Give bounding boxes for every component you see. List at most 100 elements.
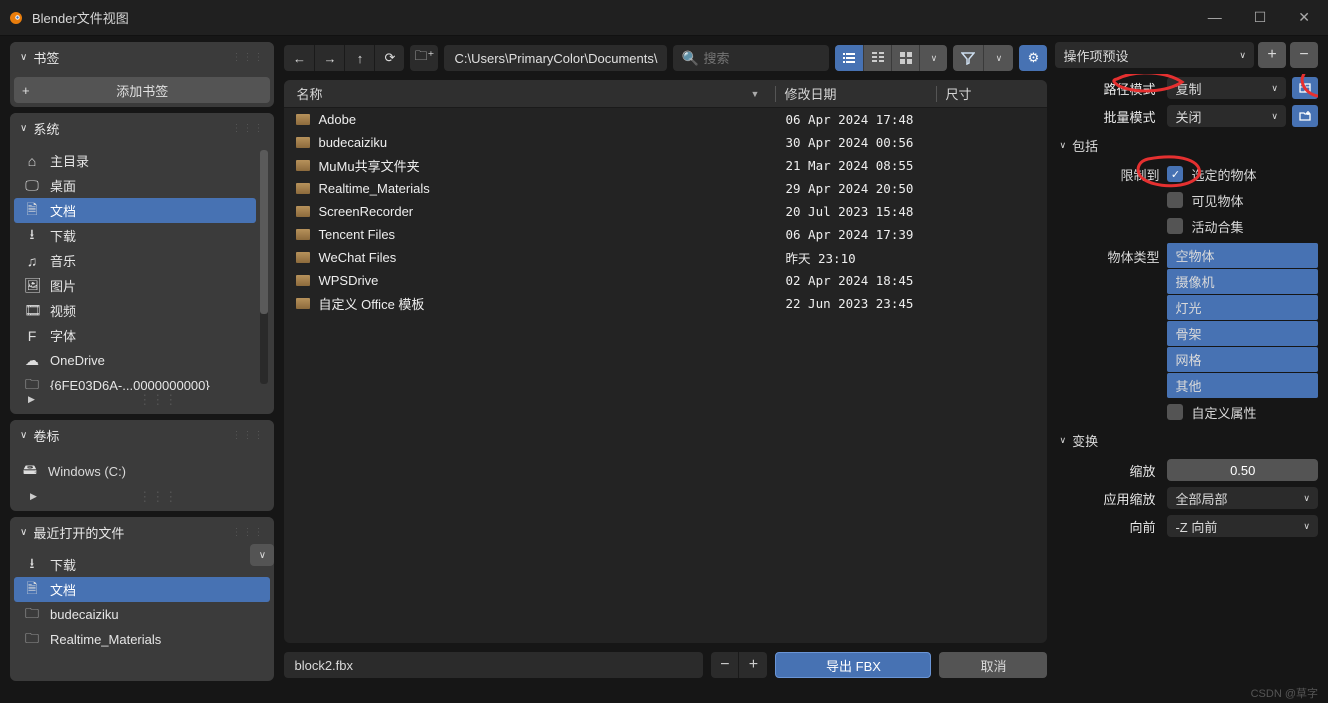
window-title: Blender文件视图 (32, 8, 129, 27)
view-grid-icon[interactable] (891, 45, 919, 71)
sidebar-item-doc[interactable]: 🗎文档 (14, 198, 256, 223)
objtype-label: 物体类型 (1055, 243, 1159, 266)
batchmode-select[interactable]: 关闭∨ (1167, 105, 1286, 127)
back-button[interactable]: ← (284, 45, 314, 71)
folder-icon (296, 206, 310, 217)
doc-icon: 🗎 (24, 199, 40, 223)
sidebar-item-music[interactable]: ♫音乐 (14, 248, 256, 273)
preset-select[interactable]: 操作项预设∨ (1055, 42, 1254, 68)
grip-icon[interactable]: ⋮⋮⋮ (231, 52, 264, 63)
new-folder-button[interactable]: 🗀⁺ (410, 45, 438, 71)
home-icon: ⌂ (24, 153, 40, 169)
recent-item[interactable]: ⭳下载 (14, 552, 270, 577)
system-panel: ∨系统⋮⋮⋮ ⌂主目录🖵桌面🗎文档⭳下载♫音乐🖼图片🎞视频F字体☁OneDriv… (10, 113, 274, 414)
volumes-panel: ∨卷标⋮⋮⋮ 🖴Windows (C:) ▶⋮⋮⋮ (10, 420, 274, 511)
grip-icon[interactable]: ⋮⋮⋮ (231, 123, 264, 134)
increment-button[interactable]: + (739, 652, 767, 678)
checkbox-active-collection[interactable] (1167, 218, 1183, 234)
minimize-icon[interactable]: — (1208, 9, 1222, 26)
embed-textures-button[interactable] (1292, 77, 1318, 99)
path-input[interactable]: C:\Users\PrimaryColor\Documents\ (444, 45, 667, 71)
objtype-option[interactable]: 灯光 (1167, 295, 1318, 320)
chevron-down-icon: ∨ (1239, 50, 1246, 61)
sidebar-item-home[interactable]: ⌂主目录 (14, 148, 256, 173)
sidebar-item-download[interactable]: ⭳下载 (14, 223, 256, 248)
batch-own-dir-button[interactable] (1292, 105, 1318, 127)
scale-input[interactable]: 0.50 (1167, 459, 1318, 481)
file-row[interactable]: ScreenRecorder20 Jul 2023 15:48 (284, 200, 1047, 223)
file-toolbar: ← → ↑ ⟳ 🗀⁺ C:\Users\PrimaryColor\Documen… (284, 42, 1047, 74)
sidebar-item-folder[interactable]: 🗀{6FE03D6A-...0000000000} (14, 373, 256, 390)
checkbox-selected-objects[interactable]: ✓ (1167, 166, 1183, 182)
maximize-icon[interactable]: ☐ (1254, 9, 1267, 26)
preset-add-button[interactable]: + (1258, 42, 1286, 68)
chevron-down-icon[interactable]: ∨ (20, 123, 27, 134)
file-row[interactable]: Adobe06 Apr 2024 17:48 (284, 108, 1047, 131)
objtype-option[interactable]: 骨架 (1167, 321, 1318, 346)
chevron-down-icon[interactable]: ∨ (20, 527, 27, 538)
sidebar-item-font[interactable]: F字体 (14, 323, 256, 348)
play-icon[interactable]: ▶ (18, 489, 49, 505)
forward-select[interactable]: -Z 向前∨ (1167, 515, 1318, 537)
view-list-vertical-icon[interactable] (835, 45, 863, 71)
column-name[interactable]: 名称▼ (288, 84, 775, 103)
add-bookmark-button[interactable]: +添加书签 (14, 77, 270, 103)
sidebar-item-desktop[interactable]: 🖵桌面 (14, 173, 256, 198)
objtype-option[interactable]: 网格 (1167, 347, 1318, 372)
filter-dropdown[interactable]: ∨ (983, 45, 1013, 71)
file-row[interactable]: Realtime_Materials29 Apr 2024 20:50 (284, 177, 1047, 200)
close-icon[interactable]: ✕ (1298, 9, 1310, 26)
file-row[interactable]: Tencent Files06 Apr 2024 17:39 (284, 223, 1047, 246)
file-row[interactable]: budecaiziku30 Apr 2024 00:56 (284, 131, 1047, 154)
recent-item[interactable]: 🗀Realtime_Materials (14, 627, 270, 652)
chevron-down-icon[interactable]: ∨ (20, 430, 27, 441)
newfolder-icon (1298, 109, 1312, 123)
chevron-down-icon[interactable]: ∨ (20, 52, 27, 63)
search-input[interactable]: 🔍 (673, 45, 829, 71)
sidebar-item-cloud[interactable]: ☁OneDrive (14, 348, 256, 373)
file-row[interactable]: WPSDrive02 Apr 2024 18:45 (284, 269, 1047, 292)
recent-item[interactable]: 🗎文档 (14, 577, 270, 602)
grip-icon[interactable]: ⋮⋮⋮ (231, 527, 264, 538)
search-icon: 🔍 (681, 50, 697, 67)
chevron-down-icon[interactable]: ∨ (250, 544, 274, 566)
pathmode-select[interactable]: 复制∨ (1167, 77, 1286, 99)
cancel-button[interactable]: 取消 (939, 652, 1047, 678)
view-list-horizontal-icon[interactable] (863, 45, 891, 71)
checkbox-custom-props[interactable] (1167, 404, 1183, 420)
play-icon[interactable]: ▶ (16, 392, 47, 408)
checkbox-label: 选定的物体 (1191, 165, 1256, 184)
file-row[interactable]: WeChat Files昨天 23:10 (284, 246, 1047, 269)
checkbox-visible-objects[interactable] (1167, 192, 1183, 208)
file-row[interactable]: 自定义 Office 模板22 Jun 2023 23:45 (284, 292, 1047, 315)
bookmarks-title: 书签 (33, 48, 225, 67)
drive-icon: 🖴 (22, 459, 38, 483)
up-button[interactable]: ↑ (344, 45, 374, 71)
chevron-down-icon[interactable]: ∨ (1059, 140, 1066, 151)
sidebar-item-video[interactable]: 🎞视频 (14, 298, 256, 323)
titlebar: Blender文件视图 — ☐ ✕ (0, 0, 1328, 36)
decrement-button[interactable]: − (711, 652, 739, 678)
objtype-option[interactable]: 摄像机 (1167, 269, 1318, 294)
chevron-down-icon[interactable]: ∨ (1059, 435, 1066, 446)
grip-icon[interactable]: ⋮⋮⋮ (231, 430, 264, 441)
column-size[interactable]: 尺寸 (937, 84, 1043, 103)
filename-input[interactable]: block2.fbx (284, 652, 703, 678)
export-button[interactable]: 导出 FBX (775, 652, 931, 678)
column-date[interactable]: 修改日期 (776, 84, 936, 103)
objtype-option[interactable]: 空物体 (1167, 243, 1318, 268)
folder-icon: 🗀 (24, 603, 40, 627)
filter-icon[interactable] (953, 45, 983, 71)
view-dropdown[interactable]: ∨ (919, 45, 947, 71)
file-row[interactable]: MuMu共享文件夹21 Mar 2024 08:55 (284, 154, 1047, 177)
preset-remove-button[interactable]: − (1290, 42, 1318, 68)
applyscale-select[interactable]: 全部局部∨ (1167, 487, 1318, 509)
settings-button[interactable]: ⚙ (1019, 45, 1047, 71)
recent-item[interactable]: 🗀budecaiziku (14, 602, 270, 627)
refresh-button[interactable]: ⟳ (374, 45, 404, 71)
objtype-option[interactable]: 其他 (1167, 373, 1318, 398)
volume-item[interactable]: 🖴Windows (C:) (14, 455, 270, 487)
sidebar-item-image[interactable]: 🖼图片 (14, 273, 256, 298)
forward-button[interactable]: → (314, 45, 344, 71)
include-section: 包括 (1072, 136, 1098, 155)
